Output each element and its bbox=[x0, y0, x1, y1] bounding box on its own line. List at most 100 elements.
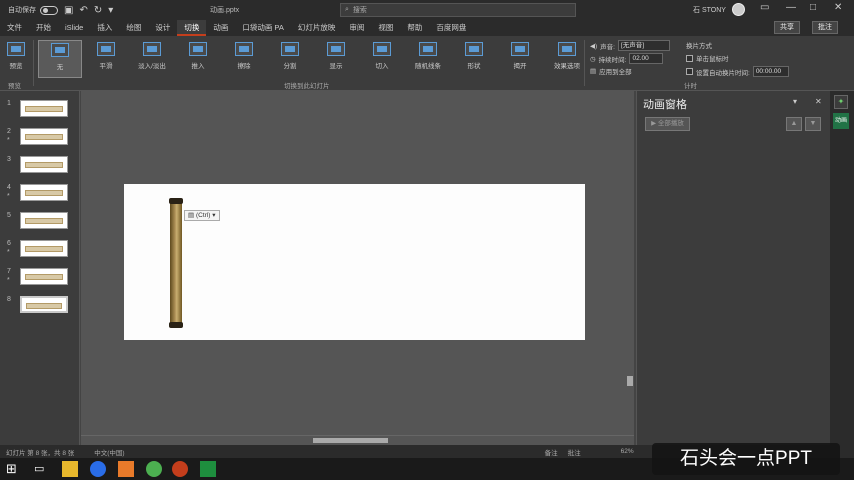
transition-label: 显示 bbox=[329, 63, 343, 70]
apply-all-label: 应用到全部 bbox=[599, 69, 632, 76]
pane-options-icon[interactable]: ▾ bbox=[793, 97, 797, 106]
transition-option[interactable]: 擦除 bbox=[222, 40, 266, 78]
app-icon[interactable] bbox=[146, 461, 162, 477]
transition-option[interactable]: 淡入/淡出 bbox=[130, 40, 174, 78]
slide-thumbnail[interactable] bbox=[20, 128, 68, 145]
slide-number: 7 bbox=[7, 268, 11, 275]
close-button[interactable]: ✕ bbox=[834, 2, 842, 13]
autosave-toggle[interactable]: 自动保存 bbox=[8, 5, 58, 15]
horizontal-scroll-thumb[interactable] bbox=[313, 438, 388, 443]
maximize-button[interactable]: □ bbox=[810, 2, 816, 13]
search-box[interactable]: ⌕ 搜索 bbox=[340, 3, 576, 17]
transition-option[interactable]: 平滑 bbox=[84, 40, 128, 78]
tab-13[interactable]: 百度网盘 bbox=[429, 20, 473, 36]
thumbnail-scroll-graphic bbox=[25, 190, 63, 196]
pin-icon[interactable]: ✦ bbox=[834, 95, 848, 109]
tab-4[interactable]: 绘图 bbox=[119, 20, 148, 36]
transition-group-label: 切换到此幻灯片 bbox=[284, 83, 330, 90]
powerpoint-icon[interactable] bbox=[172, 461, 188, 477]
tab-9[interactable]: 幻灯片放映 bbox=[291, 20, 343, 36]
side-strip: ✦ 动画 bbox=[830, 91, 854, 445]
slide-thumbnail[interactable] bbox=[20, 296, 68, 313]
play-all-button[interactable]: ▶ 全部播放 bbox=[645, 117, 690, 131]
transition-option[interactable]: 无 bbox=[38, 40, 82, 78]
slide-thumbnail[interactable] bbox=[20, 212, 68, 229]
transition-option[interactable]: 切入 bbox=[360, 40, 404, 78]
on-click-option[interactable]: 单击鼠标时 bbox=[686, 53, 729, 63]
zoom-level[interactable]: 62% bbox=[621, 448, 634, 455]
apply-to-all-button[interactable]: ▤ 应用到全部 bbox=[590, 66, 632, 76]
slide-number: 6 bbox=[7, 240, 11, 247]
autosave-switch[interactable] bbox=[40, 5, 58, 15]
move-down-button[interactable]: ▼ bbox=[805, 117, 821, 131]
windows-start-icon[interactable]: ⊞ bbox=[6, 461, 22, 477]
transition-icon bbox=[51, 43, 69, 57]
effect-options-button[interactable]: 效果选项 bbox=[549, 40, 585, 78]
move-up-button[interactable]: ▲ bbox=[786, 117, 802, 131]
app-icon[interactable] bbox=[200, 461, 216, 477]
tab-12[interactable]: 帮助 bbox=[400, 20, 429, 36]
scroll-rod-top-cap bbox=[169, 198, 183, 204]
tab-6[interactable]: 切换 bbox=[177, 20, 207, 36]
thumbnail-scroll-graphic bbox=[25, 246, 63, 252]
file-explorer-icon[interactable] bbox=[62, 461, 78, 477]
transition-label: 形状 bbox=[467, 63, 481, 70]
sound-select[interactable]: [无声音] bbox=[617, 40, 670, 51]
tab-11[interactable]: 视图 bbox=[371, 20, 400, 36]
slide-thumbnail[interactable] bbox=[20, 268, 68, 285]
slide-editing-area: ▤ (Ctrl) ▾ bbox=[81, 91, 634, 445]
pane-close-icon[interactable]: ✕ bbox=[815, 97, 822, 106]
undo-icon[interactable]: ↶ bbox=[79, 5, 87, 16]
redo-icon[interactable]: ↻ bbox=[94, 5, 102, 16]
transition-option[interactable]: 显示 bbox=[314, 40, 358, 78]
after-time-input[interactable]: 00:00.00 bbox=[752, 66, 789, 77]
advance-label: 换片方式 bbox=[686, 43, 712, 50]
on-click-checkbox[interactable] bbox=[686, 54, 693, 62]
ribbon-display-options-icon[interactable]: ▭ bbox=[760, 2, 769, 13]
transition-option[interactable]: 形状 bbox=[452, 40, 496, 78]
tab-2[interactable]: iSlide bbox=[58, 20, 90, 36]
transition-option[interactable]: 分割 bbox=[268, 40, 312, 78]
notes-button[interactable]: 备注 bbox=[545, 447, 558, 457]
after-checkbox[interactable] bbox=[686, 68, 693, 75]
slide-thumbnail[interactable] bbox=[20, 156, 68, 173]
tab-3[interactable]: 插入 bbox=[90, 20, 119, 36]
transition-option[interactable]: 随机线条 bbox=[406, 40, 450, 78]
avatar[interactable] bbox=[732, 3, 745, 16]
preview-button[interactable]: 预览 bbox=[2, 40, 30, 78]
horizontal-scrollbar[interactable] bbox=[81, 435, 634, 445]
app-icon[interactable] bbox=[118, 461, 134, 477]
after-option[interactable]: 设置自动换片时间: 00:00.00 bbox=[686, 66, 789, 77]
vertical-scrollbar[interactable] bbox=[626, 91, 634, 435]
slide-canvas[interactable]: ▤ (Ctrl) ▾ bbox=[124, 184, 585, 340]
minimize-button[interactable]: — bbox=[786, 2, 796, 13]
tab-5[interactable]: 设计 bbox=[148, 20, 177, 36]
customize-quick-access-icon[interactable]: ▾ bbox=[108, 5, 113, 16]
comments-button[interactable]: 批注 bbox=[812, 21, 838, 34]
save-icon[interactable]: ▣ bbox=[64, 5, 73, 16]
tab-10[interactable]: 审阅 bbox=[342, 20, 371, 36]
transition-icon bbox=[97, 42, 115, 56]
share-button[interactable]: 共享 bbox=[774, 21, 800, 34]
paste-options-button[interactable]: ▤ (Ctrl) ▾ bbox=[184, 210, 220, 221]
transition-option[interactable]: 推入 bbox=[176, 40, 220, 78]
duration-input[interactable]: 02.00 bbox=[629, 53, 664, 64]
tab-1[interactable]: 开始 bbox=[29, 20, 58, 36]
tab-0[interactable]: 文件 bbox=[0, 20, 29, 36]
scroll-rod-image[interactable] bbox=[169, 198, 183, 328]
side-tab-animation[interactable]: 动画 bbox=[833, 113, 849, 129]
language-indicator[interactable]: 中文(中国) bbox=[94, 447, 124, 457]
transition-label: 平滑 bbox=[99, 63, 113, 70]
tab-7[interactable]: 动画 bbox=[206, 20, 235, 36]
comments-button[interactable]: 批注 bbox=[568, 447, 581, 457]
watermark: 石头会一点PPT bbox=[652, 443, 840, 475]
vertical-scroll-thumb[interactable] bbox=[627, 376, 633, 386]
browser-icon[interactable] bbox=[90, 461, 106, 477]
slide-thumbnail[interactable] bbox=[20, 240, 68, 257]
tab-8[interactable]: 口袋动画 PA bbox=[235, 20, 291, 36]
task-view-icon[interactable]: ▭ bbox=[34, 461, 50, 477]
slide-thumbnail[interactable] bbox=[20, 100, 68, 117]
slide-thumbnail[interactable] bbox=[20, 184, 68, 201]
transition-option[interactable]: 揭开 bbox=[498, 40, 542, 78]
transition-label: 无 bbox=[56, 64, 64, 71]
